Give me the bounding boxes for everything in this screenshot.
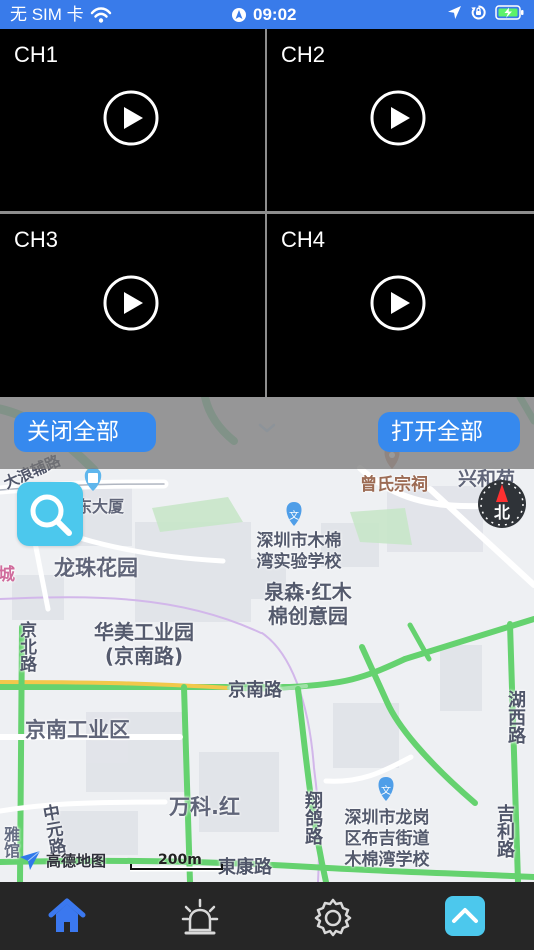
play-circle-icon[interactable] <box>103 275 159 331</box>
orientation-lock-icon <box>471 5 486 20</box>
open-all-button[interactable]: 打开全部 <box>378 412 520 452</box>
status-left: 无 SIM 卡 <box>10 4 112 26</box>
map-label-building-top-left: 东大厦 <box>76 497 125 516</box>
map-label-xianggu-road: 翔鸽路 <box>302 791 323 845</box>
video-grid: CH1 CH2 CH3 CH4 <box>0 29 534 397</box>
search-icon <box>30 494 72 536</box>
map-label-jingbei-road: 京北路 <box>16 621 36 672</box>
video-channel-2[interactable]: CH2 <box>267 29 534 211</box>
play-circle-icon[interactable] <box>370 275 426 331</box>
alarm-location-icon <box>232 8 246 22</box>
tab-collapse-button[interactable] <box>445 896 485 936</box>
map-label-left-edge: 城 <box>0 565 15 585</box>
status-center: 09:02 <box>231 4 296 26</box>
close-all-button[interactable]: 关闭全部 <box>14 412 156 452</box>
video-channel-1[interactable]: CH1 <box>0 29 265 211</box>
bottom-tab-bar <box>0 882 534 950</box>
svg-text:文: 文 <box>381 784 391 797</box>
map-label-school-2: 深圳市龙岗区布吉街道木棉湾学校 <box>344 808 430 870</box>
carrier-label: 无 SIM 卡 <box>10 5 84 24</box>
status-right <box>447 4 525 21</box>
video-control-bar: 关闭全部 打开全部 <box>0 397 534 469</box>
map-label-huxi-road: 湖西路 <box>505 690 526 744</box>
channel-label: CH3 <box>14 227 59 252</box>
gear-icon <box>314 898 352 937</box>
amap-logo-text: 高德地图 <box>46 851 107 870</box>
map-label-huamei: 华美工业园(京南路) <box>94 620 194 668</box>
map-label-school-1: 深圳市木棉湾实验学校 <box>256 531 342 572</box>
video-channel-3[interactable]: CH3 <box>0 214 265 397</box>
map-canvas[interactable]: 文 文 <box>0 397 534 882</box>
status-bar: 无 SIM 卡 09:02 <box>0 0 534 29</box>
map-label-quansen: 泉森·红木棉创意园 <box>264 580 352 628</box>
clock: 09:02 <box>253 5 297 24</box>
chevron-down-icon[interactable] <box>258 422 276 434</box>
map-scale: 200m <box>130 849 250 875</box>
map-compass[interactable]: 北 <box>476 478 528 530</box>
svg-text:文: 文 <box>289 509 299 522</box>
map-search-button[interactable] <box>17 482 83 546</box>
compass-label: 北 <box>494 503 510 522</box>
play-circle-icon[interactable] <box>103 90 159 146</box>
map-label-jili-road: 吉利路 <box>494 804 515 858</box>
map-label-wanke: 万科.红 <box>169 795 240 819</box>
battery-charging-icon <box>495 5 524 20</box>
channel-label: CH2 <box>281 42 326 67</box>
location-arrow-icon <box>448 6 461 19</box>
home-icon <box>48 898 86 932</box>
chevron-up-icon <box>445 896 485 936</box>
wifi-icon <box>90 7 111 23</box>
map-label-jingnan-road: 京南路 <box>228 680 282 701</box>
map-label-jingnan-industrial: 京南工业区 <box>25 718 130 742</box>
video-channel-4[interactable]: CH4 <box>267 214 534 397</box>
play-circle-icon[interactable] <box>370 90 426 146</box>
scale-label: 200m <box>158 852 202 868</box>
channel-label: CH4 <box>281 227 326 252</box>
tab-settings[interactable] <box>311 895 355 939</box>
map-label-poi-top-right: 曾氏宗祠 <box>360 475 428 495</box>
amap-arrow-icon <box>20 850 41 870</box>
tab-home[interactable] <box>45 895 89 939</box>
alarm-siren-icon <box>181 898 219 935</box>
map-label-longzhu: 龙珠花园 <box>54 556 138 580</box>
amap-logo: 高德地图 <box>18 849 106 871</box>
map-view[interactable]: 文 文 大浪辅路 东大厦 曾氏宗祠 兴和苑 深圳市木棉湾实验学校 龙珠花园 泉森… <box>0 397 534 882</box>
channel-label: CH1 <box>14 42 59 67</box>
screen: 无 SIM 卡 09:02 CH1 CH2 CH3 CH4 文 文 大浪辅路 东… <box>0 0 534 950</box>
map-label-left-partial: 雅馆 <box>1 826 20 858</box>
compass-icon: 北 <box>478 480 526 528</box>
tab-alarm[interactable] <box>178 895 222 939</box>
